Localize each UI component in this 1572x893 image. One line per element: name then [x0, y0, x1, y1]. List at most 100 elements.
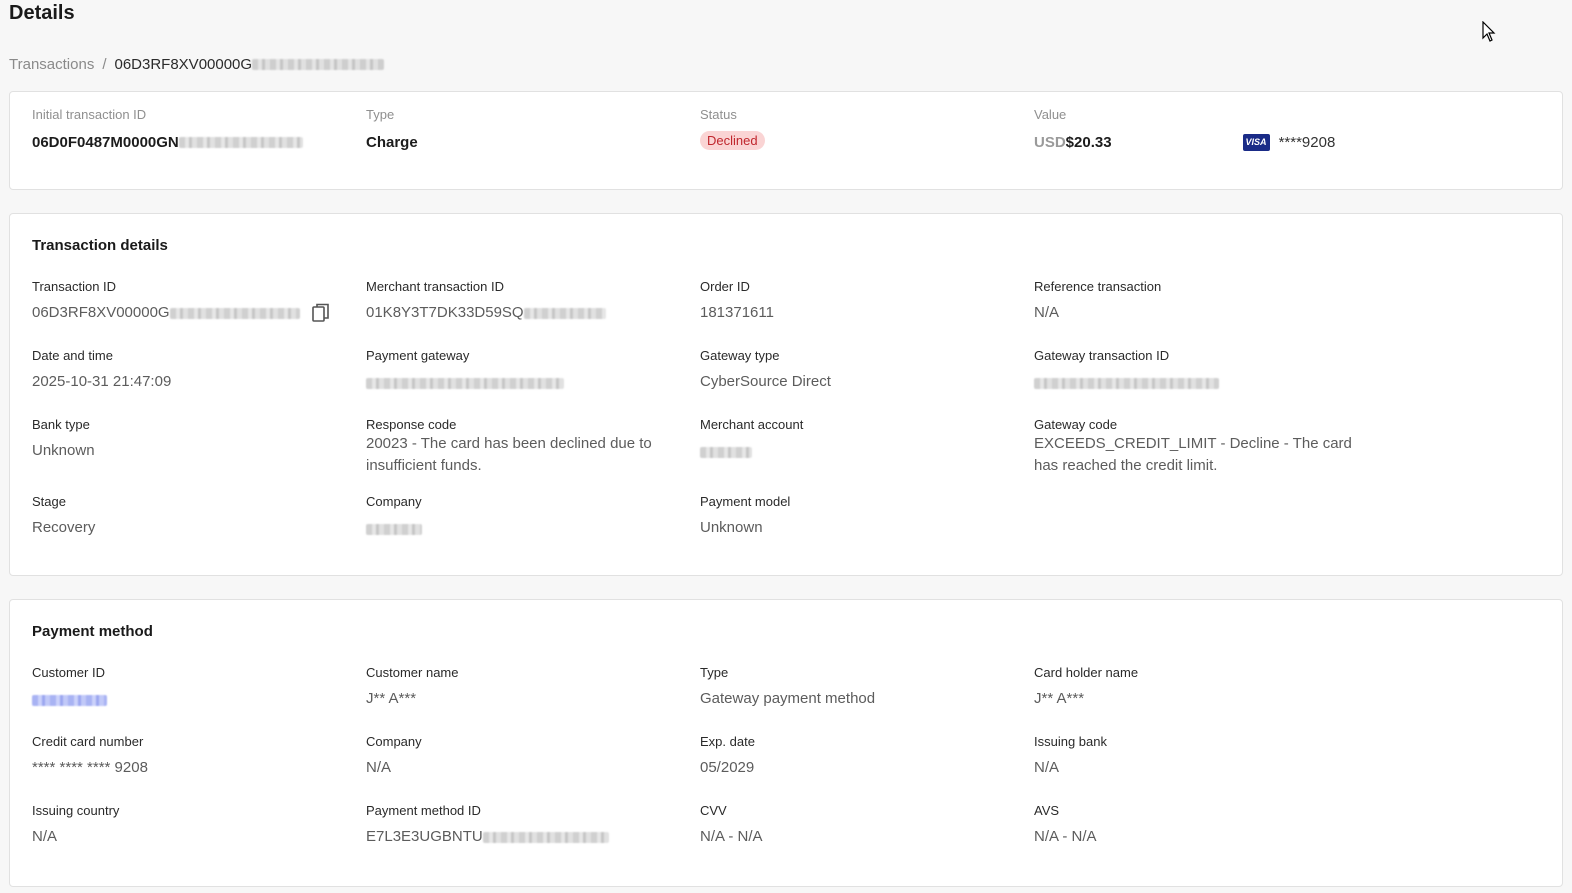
merchant-account-label: Merchant account [700, 417, 804, 432]
currency-code: USD [1034, 134, 1066, 151]
status-field: Status Declined [700, 107, 1020, 150]
company-label: Company [366, 494, 422, 509]
card-holder-name-value: J** A*** [1034, 690, 1085, 707]
amount-value: $20.33 [1065, 134, 1112, 151]
redacted-text [169, 307, 300, 319]
mouse-cursor-icon [1482, 21, 1496, 42]
payment-type-field: Type Gateway payment method [700, 665, 1020, 710]
breadcrumb-transactions-link[interactable]: Transactions [9, 56, 94, 73]
payment-gateway-label: Payment gateway [366, 348, 470, 363]
redacted-text [366, 524, 422, 536]
date-time-label: Date and time [32, 348, 113, 363]
bank-type-value: Unknown [32, 442, 95, 459]
gateway-transaction-id-label: Gateway transaction ID [1034, 348, 1170, 363]
redacted-text [252, 59, 385, 70]
breadcrumb-current: 06D3RF8XV00000G [114, 56, 253, 73]
redacted-text [523, 307, 606, 319]
credit-card-number-label: Credit card number [32, 734, 144, 749]
payment-method-id-field: Payment method ID E7L3E3UGBNTU [366, 803, 686, 848]
transaction-details-card: Transaction details Transaction ID 06D3R… [9, 213, 1563, 576]
reference-transaction-value: N/A [1034, 304, 1060, 321]
status-label: Status [700, 107, 737, 122]
payment-method-id-value: E7L3E3UGBNTU [366, 828, 483, 845]
response-code-field: Response code 20023 - The card has been … [366, 417, 676, 477]
response-code-value: 20023 - The card has been declined due t… [366, 435, 652, 474]
credit-card-number-value: **** **** **** 9208 [32, 759, 148, 776]
visa-card-icon: VISA [1242, 134, 1270, 151]
stage-field: Stage Recovery [32, 494, 352, 539]
value-field: Value USD $20.33 VISA ****9208 [1034, 107, 1534, 151]
issuing-country-field: Issuing country N/A [32, 803, 352, 848]
customer-id-field: Customer ID [32, 665, 352, 710]
gateway-code-value: EXCEEDS_CREDIT_LIMIT - Decline - The car… [1034, 435, 1352, 474]
payment-gateway-field: Payment gateway [366, 348, 686, 393]
card-holder-name-field: Card holder name J** A*** [1034, 665, 1354, 710]
transaction-summary-card: Initial transaction ID 06D0F0487M0000GN … [9, 91, 1563, 190]
exp-date-field: Exp. date 05/2029 [700, 734, 1020, 779]
customer-name-field: Customer name J** A*** [366, 665, 686, 710]
merchant-transaction-id-value: 01K8Y3T7DK33D59SQ [366, 304, 524, 321]
breadcrumb: Transactions / 06D3RF8XV00000G [9, 56, 385, 73]
pm-company-label: Company [366, 734, 422, 749]
date-time-field: Date and time 2025-10-31 21:47:09 [32, 348, 352, 393]
response-code-label: Response code [366, 417, 457, 432]
cvv-field: CVV N/A - N/A [700, 803, 1020, 848]
order-id-value: 181371611 [700, 304, 774, 321]
payment-type-label: Type [700, 665, 729, 680]
gateway-type-field: Gateway type CyberSource Direct [700, 348, 1020, 393]
exp-date-value: 05/2029 [700, 759, 755, 776]
transaction-id-field: Transaction ID 06D3RF8XV00000G [32, 279, 352, 324]
type-value: Charge [366, 134, 418, 151]
payment-model-field: Payment model Unknown [700, 494, 1020, 539]
order-id-label: Order ID [700, 279, 750, 294]
bank-type-field: Bank type Unknown [32, 417, 352, 462]
initial-transaction-id-field: Initial transaction ID 06D0F0487M0000GN [32, 107, 352, 151]
initial-transaction-id-label: Initial transaction ID [32, 107, 147, 122]
date-time-value: 2025-10-31 21:47:09 [32, 373, 172, 390]
redacted-text [700, 447, 752, 459]
type-label: Type [366, 107, 395, 122]
payment-type-value: Gateway payment method [700, 690, 876, 707]
status-badge: Declined [700, 131, 765, 150]
payment-model-value: Unknown [700, 519, 763, 536]
redacted-text [1034, 378, 1219, 390]
cvv-value: N/A - N/A [700, 828, 763, 845]
customer-name-label: Customer name [366, 665, 459, 680]
redacted-text [366, 378, 564, 390]
merchant-transaction-id-label: Merchant transaction ID [366, 279, 505, 294]
copy-icon[interactable] [311, 303, 330, 323]
merchant-transaction-id-field: Merchant transaction ID 01K8Y3T7DK33D59S… [366, 279, 686, 324]
masked-card-number: ****9208 [1278, 134, 1336, 151]
card-holder-name-label: Card holder name [1034, 665, 1139, 680]
gateway-code-field: Gateway code EXCEEDS_CREDIT_LIMIT - Decl… [1034, 417, 1352, 477]
value-label: Value [1034, 107, 1067, 122]
avs-label: AVS [1034, 803, 1060, 818]
redacted-text [482, 831, 609, 843]
bank-type-label: Bank type [32, 417, 90, 432]
avs-field: AVS N/A - N/A [1034, 803, 1354, 848]
gateway-code-label: Gateway code [1034, 417, 1118, 432]
merchant-account-field: Merchant account [700, 417, 1020, 462]
payment-model-label: Payment model [700, 494, 791, 509]
issuing-bank-value: N/A [1034, 759, 1060, 776]
reference-transaction-field: Reference transaction N/A [1034, 279, 1354, 324]
stage-label: Stage [32, 494, 66, 509]
cvv-label: CVV [700, 803, 727, 818]
exp-date-label: Exp. date [700, 734, 755, 749]
redacted-text [178, 137, 303, 148]
payment-method-card: Payment method Customer ID Customer name… [9, 599, 1563, 887]
payment-method-title: Payment method [32, 623, 153, 640]
page-title: Details [9, 2, 75, 24]
breadcrumb-separator: / [102, 56, 107, 73]
reference-transaction-label: Reference transaction [1034, 279, 1162, 294]
customer-id-link[interactable] [32, 695, 107, 707]
stage-value: Recovery [32, 519, 96, 536]
customer-name-value: J** A*** [366, 690, 417, 707]
transaction-details-title: Transaction details [32, 237, 168, 254]
issuing-country-label: Issuing country [32, 803, 120, 818]
credit-card-number-field: Credit card number **** **** **** 9208 [32, 734, 352, 779]
customer-id-label: Customer ID [32, 665, 105, 680]
payment-method-id-label: Payment method ID [366, 803, 481, 818]
type-field: Type Charge [366, 107, 686, 151]
avs-value: N/A - N/A [1034, 828, 1097, 845]
